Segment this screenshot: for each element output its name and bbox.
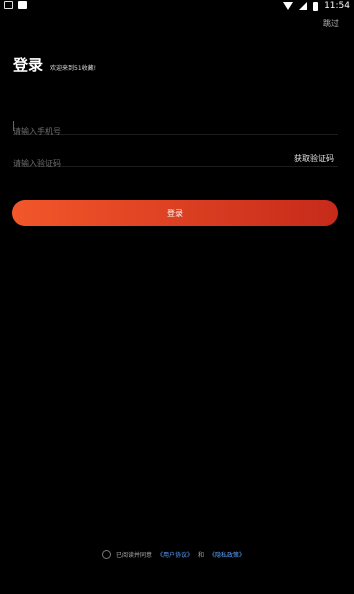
privacy-policy-link[interactable]: 《隐私政策》 [209, 550, 245, 559]
status-bar: 11:54 [0, 0, 354, 12]
sim-icon [18, 1, 27, 9]
battery-icon [313, 1, 319, 11]
verification-code-input[interactable] [13, 156, 233, 171]
status-time: 11:54 [324, 1, 350, 11]
login-button[interactable]: 登录 [12, 200, 338, 226]
agreement-and: 和 [198, 552, 205, 559]
user-agreement-link[interactable]: 《用户协议》 [157, 550, 193, 559]
page-title: 登录 [13, 56, 44, 74]
status-bar-left [4, 1, 27, 9]
login-button-label: 登录 [167, 208, 183, 218]
signal-icon [299, 2, 308, 10]
agree-radio[interactable] [102, 550, 111, 559]
text-caret [13, 121, 14, 131]
title-row: 登录 欢迎来到51收藏! [13, 54, 96, 75]
wifi-icon [283, 2, 294, 10]
skip-button[interactable]: 跳过 [323, 18, 339, 29]
welcome-text: 欢迎来到51收藏! [50, 65, 97, 72]
get-code-button[interactable]: 获取验证码 [294, 153, 334, 164]
notification-icon [4, 1, 13, 9]
agreement-prefix: 已阅读并同意 [116, 552, 153, 559]
phone-field [13, 119, 338, 139]
code-field: 获取验证码 [13, 151, 338, 171]
agreement-row: 已阅读并同意 《用户协议》 和 《隐私政策》 [102, 550, 245, 559]
status-bar-right: 11:54 [283, 0, 350, 12]
phone-input[interactable] [13, 124, 233, 139]
